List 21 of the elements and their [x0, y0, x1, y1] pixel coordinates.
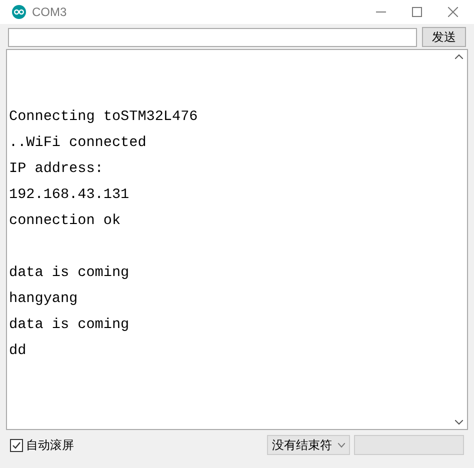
caret-icon [338, 442, 345, 448]
message-field[interactable] [8, 28, 417, 46]
scroll-down-icon[interactable] [454, 420, 462, 425]
output-line: 192.168.43.131 [9, 186, 130, 205]
close-icon[interactable] [448, 7, 458, 17]
window-title: COM3 [32, 4, 67, 21]
autoscroll-checkbox[interactable] [10, 438, 23, 452]
autoscroll-label: 自动滚屏 [26, 437, 74, 454]
scroll-up-icon[interactable] [454, 54, 462, 59]
logo-icon [12, 5, 26, 19]
line-ending-dropdown[interactable]: 没有结束符 [267, 435, 350, 455]
output-line: hangyang [9, 290, 78, 309]
output-line: connection ok [9, 212, 121, 231]
output-line: Connecting toSTM32L476 [9, 108, 198, 127]
maximize-icon[interactable] [412, 7, 422, 17]
output-line: ..WiFi connected [9, 134, 146, 153]
output-line: IP address: [9, 160, 104, 179]
output-line: data is coming [9, 316, 130, 335]
send-button[interactable]: 发送 [422, 27, 466, 47]
output-line: data is coming [9, 264, 130, 283]
output-line: dd [9, 342, 26, 361]
